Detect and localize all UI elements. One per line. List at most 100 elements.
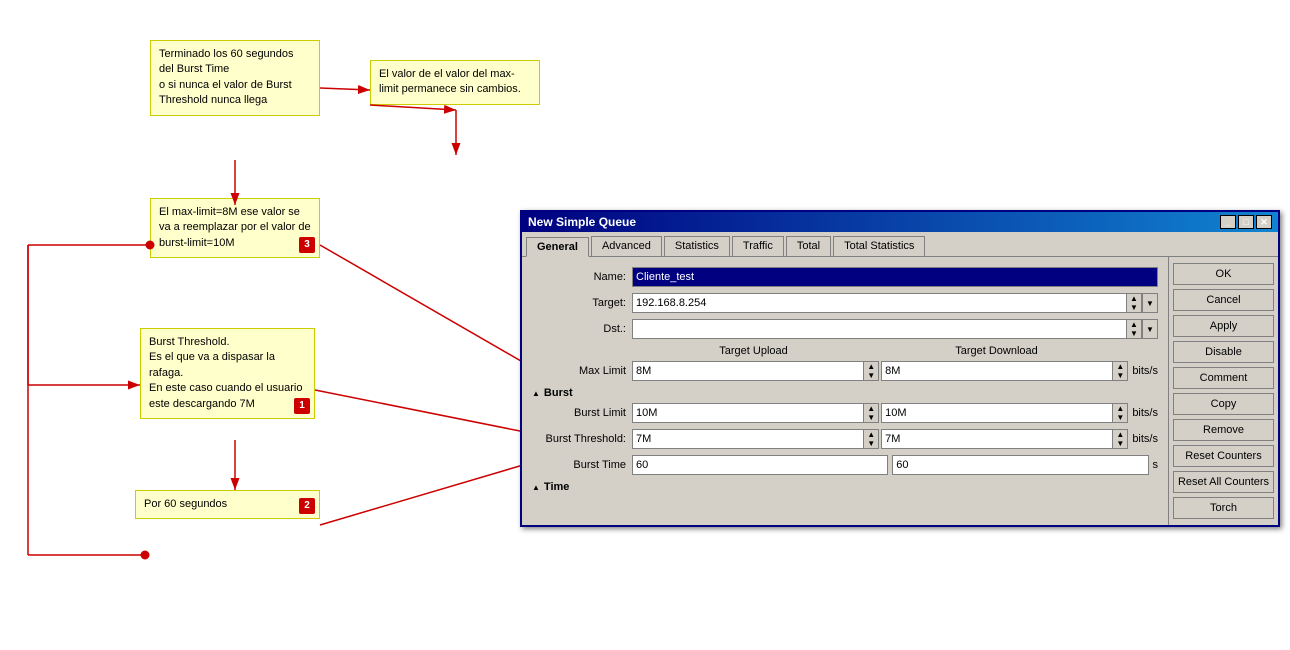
time-section-header[interactable]: ▲ Time xyxy=(532,481,1158,493)
time-triangle-icon: ▲ xyxy=(532,483,540,492)
upload-header: Target Upload xyxy=(632,345,875,357)
burst-limit-download-wrapper: ▲▼ xyxy=(881,403,1128,423)
max-limit-row: Max Limit ▲▼ ▲▼ bits/s xyxy=(532,361,1158,381)
max-limit-download-input[interactable] xyxy=(881,361,1112,381)
titlebar-buttons: _ □ ✕ xyxy=(1220,215,1272,229)
burst-time-s-label: s xyxy=(1153,459,1159,471)
dialog-content: Name: Target: ▲▼ ▼ Dst.: xyxy=(522,257,1168,525)
burst-limit-row: Burst Limit ▲▼ ▲▼ bits/s xyxy=(532,403,1158,423)
dialog-tabs: General Advanced Statistics Traffic Tota… xyxy=(522,232,1278,257)
dst-input-wrapper: ▲▼ xyxy=(632,319,1142,339)
dialog-title: New Simple Queue xyxy=(528,215,636,229)
dialog-body: Name: Target: ▲▼ ▼ Dst.: xyxy=(522,257,1278,525)
dst-dropdown-btn[interactable]: ▲▼ xyxy=(1126,319,1142,339)
badge-1: 1 xyxy=(294,398,310,414)
burst-threshold-upload-btn[interactable]: ▲▼ xyxy=(863,429,879,449)
burst-section-label: Burst xyxy=(544,387,573,399)
burst-limit-download-btn[interactable]: ▲▼ xyxy=(1112,403,1128,423)
burst-threshold-upload-input[interactable] xyxy=(632,429,863,449)
dst-row: Dst.: ▲▼ ▼ xyxy=(532,319,1158,339)
annotation-text-3: El max-limit=8M ese valor se va a reempl… xyxy=(159,206,311,249)
target-input-wrapper: ▲▼ xyxy=(632,293,1142,313)
annotation-box-5: Por 60 segundos 2 xyxy=(135,490,320,519)
max-limit-upload-input[interactable] xyxy=(632,361,863,381)
target-input[interactable] xyxy=(632,293,1126,313)
burst-limit-download-input[interactable] xyxy=(881,403,1112,423)
target-scroll-btn[interactable]: ▼ xyxy=(1142,293,1158,313)
reset-counters-button[interactable]: Reset Counters xyxy=(1173,445,1274,467)
ok-button[interactable]: OK xyxy=(1173,263,1274,285)
burst-section-header[interactable]: ▲ Burst xyxy=(532,387,1158,399)
dst-scroll-btn[interactable]: ▼ xyxy=(1142,319,1158,339)
dialog-titlebar: New Simple Queue _ □ ✕ xyxy=(522,212,1278,232)
max-limit-download-btn[interactable]: ▲▼ xyxy=(1112,361,1128,381)
burst-limit-upload-btn[interactable]: ▲▼ xyxy=(863,403,879,423)
target-headers: Target Upload Target Download xyxy=(632,345,1158,357)
target-dropdown-btn[interactable]: ▲▼ xyxy=(1126,293,1142,313)
tab-total-statistics[interactable]: Total Statistics xyxy=(833,236,925,256)
annotation-text-1: Terminado los 60 segundos del Burst Time… xyxy=(159,48,294,106)
new-simple-queue-dialog: New Simple Queue _ □ ✕ General Advanced … xyxy=(520,210,1280,527)
disable-button[interactable]: Disable xyxy=(1173,341,1274,363)
annotation-text-5: Por 60 segundos xyxy=(144,498,227,510)
remove-button[interactable]: Remove xyxy=(1173,419,1274,441)
tab-total[interactable]: Total xyxy=(786,236,831,256)
burst-limit-label: Burst Limit xyxy=(532,407,632,419)
comment-button[interactable]: Comment xyxy=(1173,367,1274,389)
burst-limit-upload-input[interactable] xyxy=(632,403,863,423)
torch-button[interactable]: Torch xyxy=(1173,497,1274,519)
dst-input[interactable] xyxy=(632,319,1126,339)
tab-general[interactable]: General xyxy=(526,237,589,257)
burst-threshold-download-btn[interactable]: ▲▼ xyxy=(1112,429,1128,449)
tab-traffic[interactable]: Traffic xyxy=(732,236,784,256)
burst-threshold-row: Burst Threshold: ▲▼ ▲▼ b xyxy=(532,429,1158,449)
close-button[interactable]: ✕ xyxy=(1256,215,1272,229)
max-limit-inputs: ▲▼ ▲▼ xyxy=(632,361,1128,381)
burst-time-row: Burst Time s xyxy=(532,455,1158,475)
burst-time-label: Burst Time xyxy=(532,459,632,471)
max-limit-upload-wrapper: ▲▼ xyxy=(632,361,879,381)
name-input[interactable] xyxy=(632,267,1158,287)
time-section-label: Time xyxy=(544,481,569,493)
burst-limit-upload-wrapper: ▲▼ xyxy=(632,403,879,423)
burst-triangle-icon: ▲ xyxy=(532,389,540,398)
max-limit-upload-btn[interactable]: ▲▼ xyxy=(863,361,879,381)
burst-threshold-label: Burst Threshold: xyxy=(532,433,632,445)
burst-threshold-inputs: ▲▼ ▲▼ xyxy=(632,429,1128,449)
annotation-box-4: Burst Threshold.Es el que va a dispasar … xyxy=(140,328,315,419)
annotation-box-3: El max-limit=8M ese valor se va a reempl… xyxy=(150,198,320,258)
maximize-button[interactable]: □ xyxy=(1238,215,1254,229)
burst-time-download-input[interactable] xyxy=(892,455,1148,475)
copy-button[interactable]: Copy xyxy=(1173,393,1274,415)
burst-limit-bits-label: bits/s xyxy=(1132,407,1158,419)
burst-time-inputs xyxy=(632,455,1149,475)
burst-threshold-upload-wrapper: ▲▼ xyxy=(632,429,879,449)
max-limit-download-wrapper: ▲▼ xyxy=(881,361,1128,381)
badge-3: 3 xyxy=(299,237,315,253)
name-label: Name: xyxy=(532,271,632,283)
annotation-box-1: Terminado los 60 segundos del Burst Time… xyxy=(150,40,320,116)
annotation-box-2: El valor de el valor del max-limit perma… xyxy=(370,60,540,105)
max-limit-bits-label: bits/s xyxy=(1132,365,1158,377)
dialog-buttons: OK Cancel Apply Disable Comment Copy Rem… xyxy=(1168,257,1278,525)
name-row: Name: xyxy=(532,267,1158,287)
annotation-text-2: El valor de el valor del max-limit perma… xyxy=(379,68,521,95)
max-limit-label: Max Limit xyxy=(532,365,632,377)
burst-time-upload-input[interactable] xyxy=(632,455,888,475)
minimize-button[interactable]: _ xyxy=(1220,215,1236,229)
target-row: Target: ▲▼ ▼ xyxy=(532,293,1158,313)
target-label: Target: xyxy=(532,297,632,309)
badge-2: 2 xyxy=(299,498,315,514)
burst-limit-inputs: ▲▼ ▲▼ xyxy=(632,403,1128,423)
reset-all-counters-button[interactable]: Reset All Counters xyxy=(1173,471,1274,493)
burst-threshold-download-input[interactable] xyxy=(881,429,1112,449)
cancel-button[interactable]: Cancel xyxy=(1173,289,1274,311)
annotation-text-4: Burst Threshold.Es el que va a dispasar … xyxy=(149,336,303,410)
tab-advanced[interactable]: Advanced xyxy=(591,236,662,256)
tab-statistics[interactable]: Statistics xyxy=(664,236,730,256)
burst-threshold-download-wrapper: ▲▼ xyxy=(881,429,1128,449)
burst-threshold-bits-label: bits/s xyxy=(1132,433,1158,445)
apply-button[interactable]: Apply xyxy=(1173,315,1274,337)
dst-label: Dst.: xyxy=(532,323,632,335)
download-header: Target Download xyxy=(875,345,1118,357)
